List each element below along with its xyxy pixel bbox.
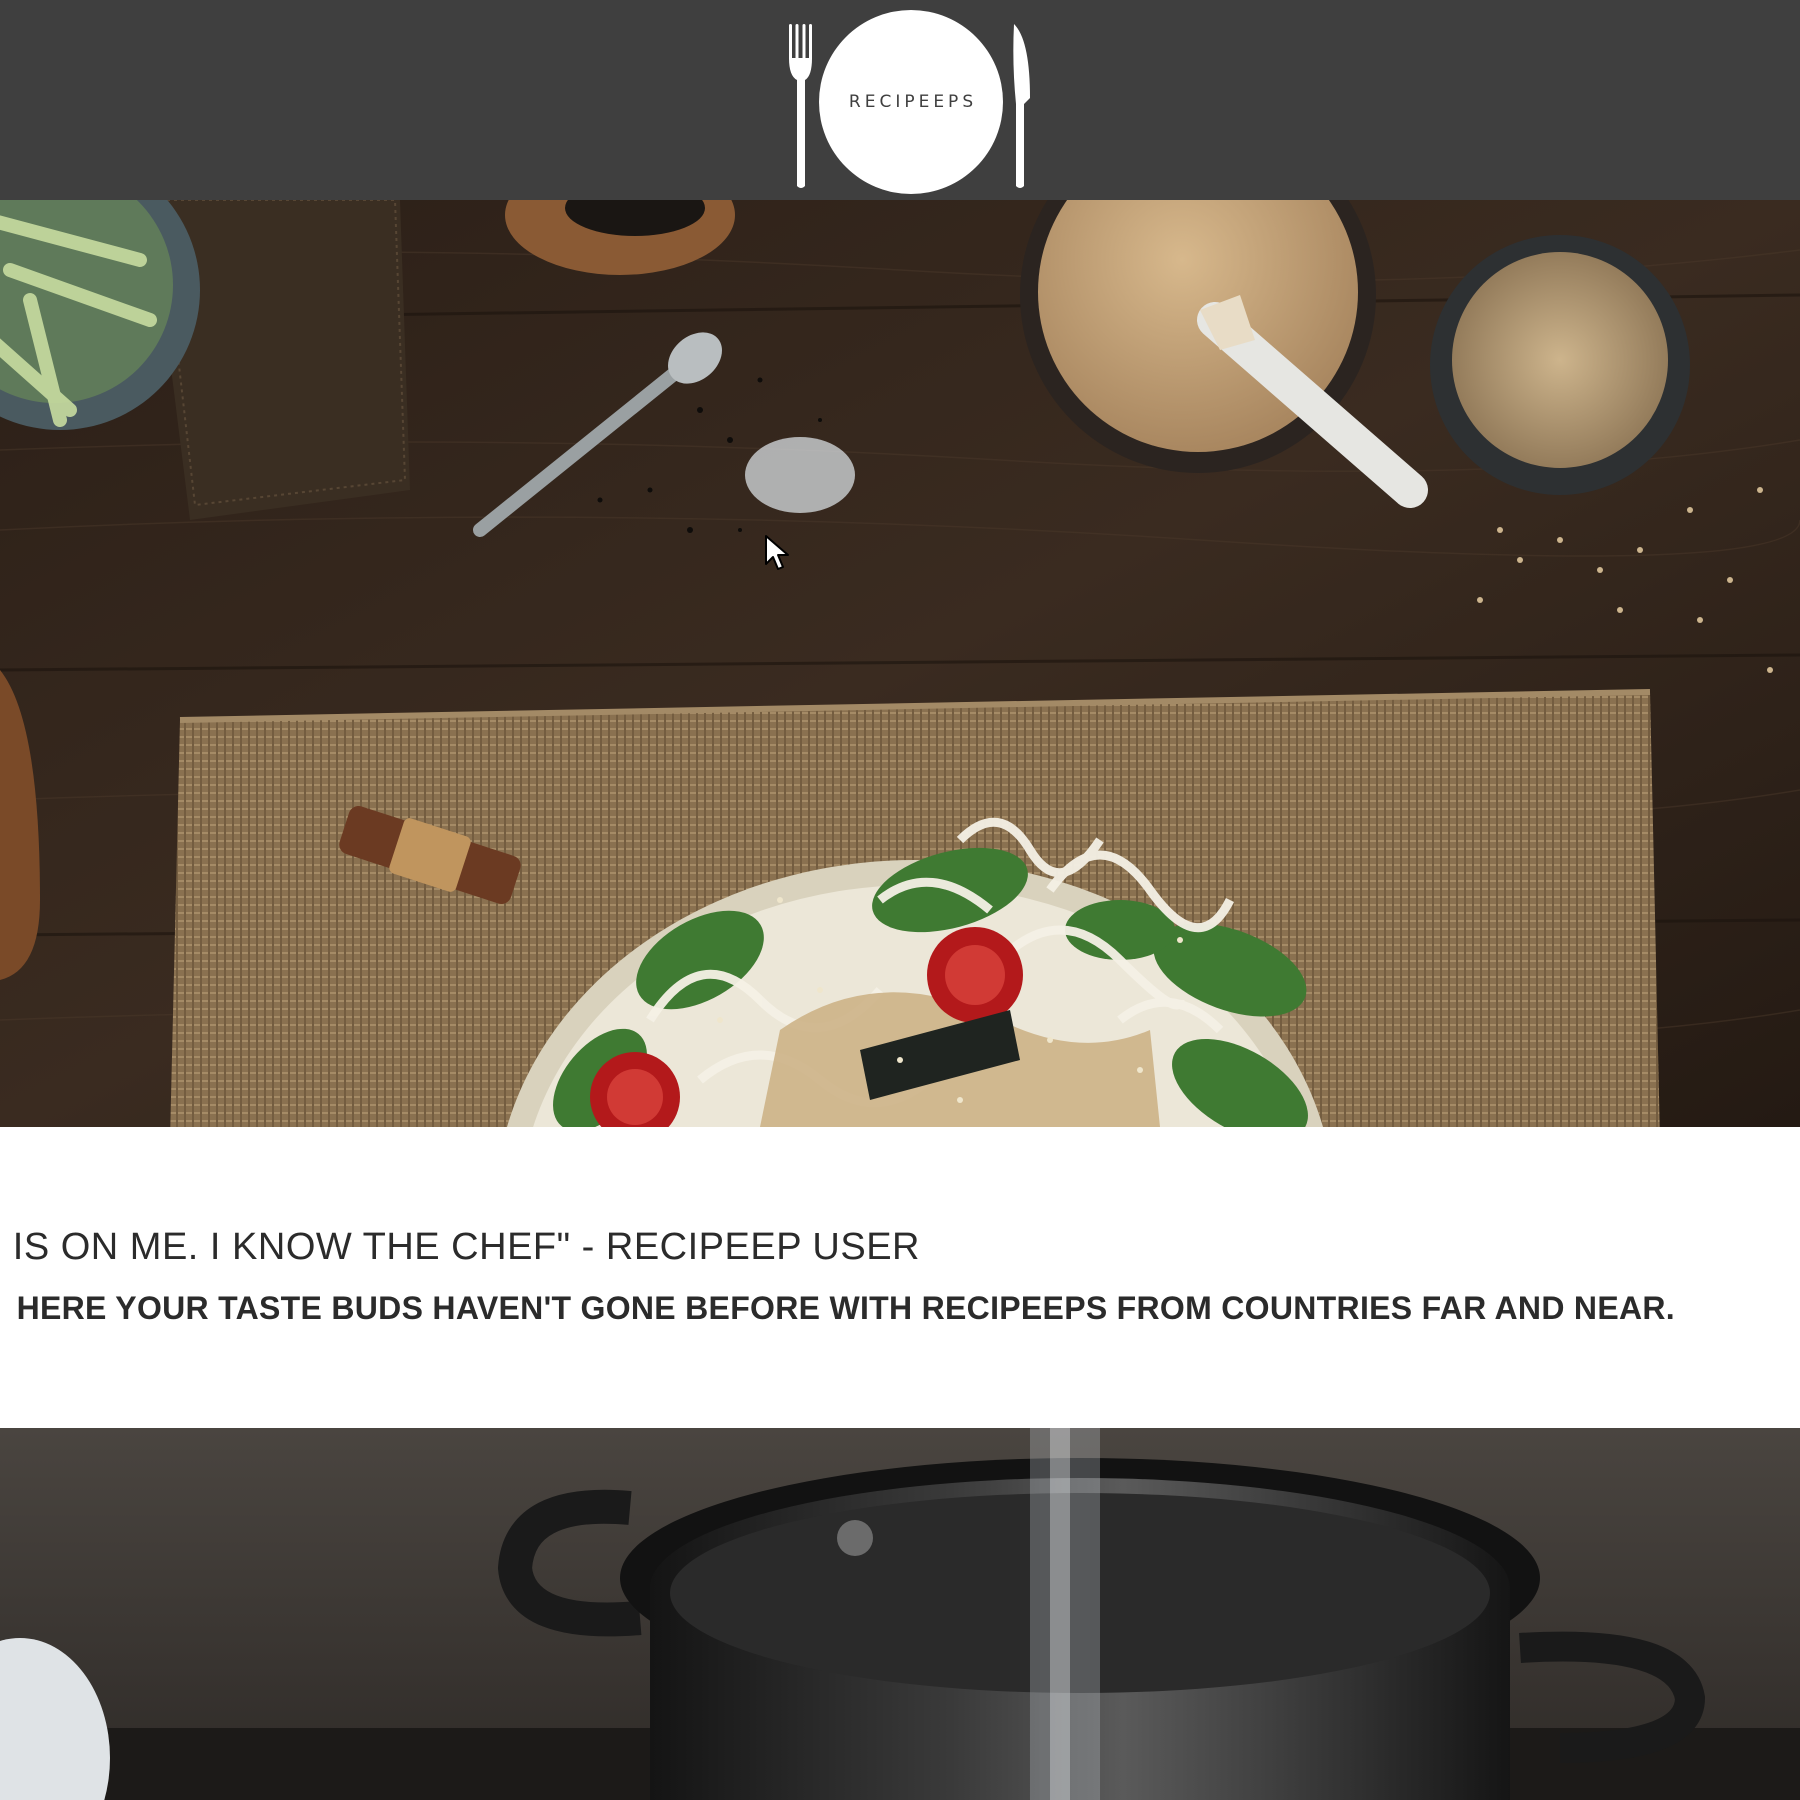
recipeeps-landing-page: RECIPEEPS NER IS ON ME. I KNOW THE CHEF"… [0, 0, 1800, 1800]
brand-name: RECIPEEPS [848, 92, 978, 112]
site-header: RECIPEEPS [0, 0, 1800, 200]
testimonial-quote: NER IS ON ME. I KNOW THE CHEF" - RECIPEE… [0, 1226, 920, 1268]
testimonial-section: NER IS ON ME. I KNOW THE CHEF" - RECIPEE… [0, 1127, 1800, 1428]
hero-food-photo [0, 200, 1800, 1127]
pot-image [0, 1428, 1800, 1800]
hero-image [0, 200, 1800, 1127]
tagline-text: HERE YOUR TASTE BUDS HAVEN'T GONE BEFORE… [16, 1290, 1675, 1326]
plate-icon: RECIPEEPS [819, 10, 1003, 194]
cooking-pot-photo [0, 1428, 1800, 1800]
fork-icon [789, 24, 812, 188]
recipeeps-logo[interactable]: RECIPEEPS [780, 8, 1040, 198]
knife-icon [1013, 24, 1030, 188]
